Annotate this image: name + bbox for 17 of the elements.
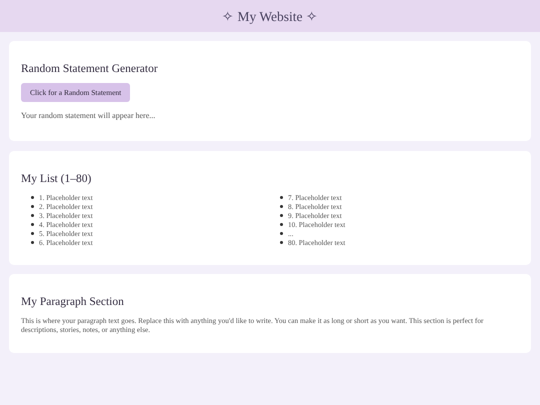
section-heading: My List (1–80) — [21, 173, 92, 185]
site-title: ✧ My Website ✧ — [222, 8, 318, 24]
bullet-icon — [31, 223, 34, 226]
bullet-icon — [280, 196, 283, 199]
bullet-icon — [31, 214, 34, 217]
bullet-icon — [280, 232, 283, 235]
bullet-icon — [31, 205, 34, 208]
bullet-icon — [280, 241, 283, 244]
section-heading: Random Statement Generator — [21, 63, 159, 75]
bullet-icon — [31, 232, 34, 235]
bullet-icon — [31, 196, 34, 199]
bullet-icon — [280, 223, 283, 226]
section-heading: My Paragraph Section — [21, 296, 125, 308]
statement-output: Your random statement will appear here... — [21, 111, 156, 120]
bullet-icon — [280, 214, 283, 217]
bullet-icon — [31, 241, 34, 244]
bullet-icon — [280, 205, 283, 208]
